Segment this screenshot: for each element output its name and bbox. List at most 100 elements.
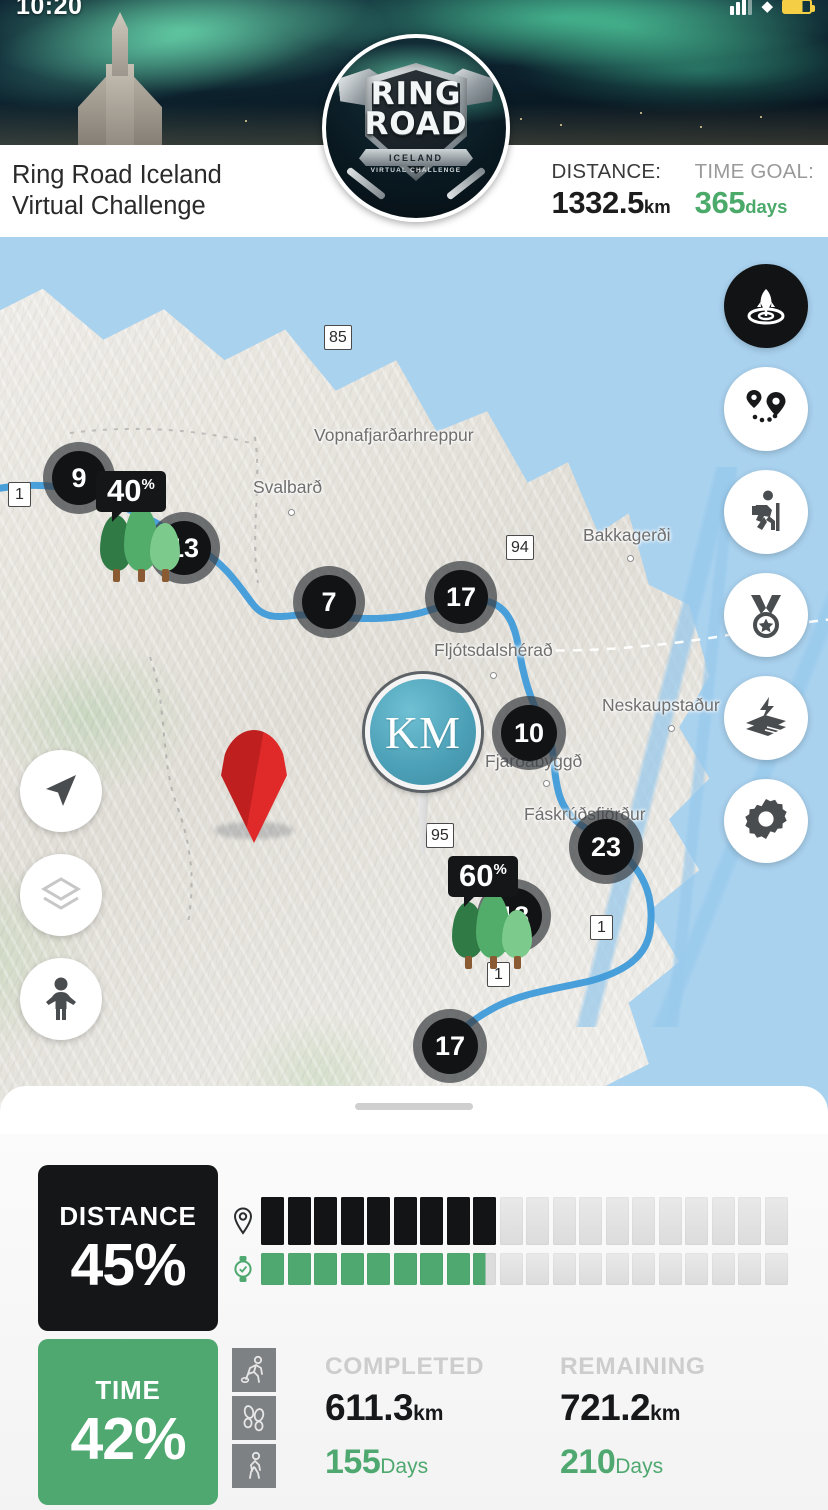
progress-segment <box>685 1253 709 1285</box>
progress-segment <box>473 1197 497 1245</box>
gear-icon <box>745 799 787 839</box>
battery-icon <box>782 0 815 14</box>
remaining-days-value: 210 <box>560 1443 616 1481</box>
progress-badge-symbol: % <box>141 476 155 493</box>
bottom-sheet-top[interactable] <box>0 1086 828 1134</box>
progress-badge-60[interactable]: 60 % <box>448 856 518 907</box>
running-icon <box>240 1355 263 1383</box>
map-label-vopnafjardarhreppur: Vopnafjarðarhreppur <box>314 425 474 445</box>
summary-column-completed: COMPLETED 611.3km 155Days <box>325 1350 560 1491</box>
progress-segment <box>499 1197 523 1245</box>
time-segment-track <box>261 1253 788 1285</box>
rocket-target-icon <box>747 289 785 325</box>
map-cluster-marker[interactable]: 17 <box>422 1018 478 1074</box>
header-distance-number: 1332.5 <box>551 185 645 220</box>
progress-segment <box>738 1253 762 1285</box>
progress-segment <box>261 1253 285 1285</box>
map-button-news[interactable] <box>724 676 808 760</box>
current-position-marker[interactable]: KM <box>365 674 481 854</box>
progress-segment <box>261 1197 285 1245</box>
map-button-route[interactable] <box>724 367 808 451</box>
map-cluster-marker[interactable]: 10 <box>501 705 557 761</box>
navigation-arrow-icon <box>46 775 76 806</box>
map-button-locate-me[interactable] <box>20 750 102 832</box>
map-label-fljotsdalsherad: Fljótsdalshérað <box>434 640 553 660</box>
progress-segment <box>287 1253 311 1285</box>
progress-segment <box>526 1197 550 1245</box>
lightning-book-icon <box>746 697 786 736</box>
activity-type-toggles <box>232 1348 276 1488</box>
remaining-header: REMAINING <box>560 1353 706 1380</box>
progress-segment <box>367 1197 391 1245</box>
activity-toggle-running[interactable] <box>232 1348 276 1392</box>
map-button-rocket-target[interactable] <box>724 264 808 348</box>
header-stats: DISTANCE: 1332.5km TIME GOAL: 365days <box>552 159 815 227</box>
progress-segment <box>764 1253 788 1285</box>
progress-segment <box>446 1197 470 1245</box>
watch-icon <box>232 1253 254 1285</box>
logo-ribbon: ICELAND <box>359 149 473 166</box>
progress-badge-symbol: % <box>493 861 507 878</box>
hallgrimskirkja-silhouette <box>72 12 168 145</box>
completed-header: COMPLETED <box>325 1353 485 1380</box>
header-timegoal-number: 365 <box>694 185 746 220</box>
map-button-layers[interactable] <box>20 854 102 936</box>
challenge-app-screen: 10:20 ◆ Ring Road Iceland Virtual Challe… <box>0 0 828 1510</box>
map-button-street-view[interactable] <box>20 958 102 1040</box>
completed-distance-unit: km <box>413 1402 444 1425</box>
map-button-settings[interactable] <box>724 779 808 863</box>
wifi-icon: ◆ <box>761 0 773 15</box>
remaining-days-unit: Days <box>615 1455 664 1478</box>
progress-segment <box>579 1253 603 1285</box>
activity-toggle-walking[interactable] <box>232 1444 276 1488</box>
map-label-faskrudsfjordur: Fáskrúðsfjörður <box>524 804 646 824</box>
progress-segment <box>605 1197 629 1245</box>
map-cluster-marker[interactable]: 23 <box>578 819 634 875</box>
map-town-dot <box>490 672 497 679</box>
summary-columns: COMPLETED 611.3km 155Days REMAINING 721.… <box>325 1350 795 1491</box>
progress-segment <box>499 1253 523 1285</box>
page-title-line2: Virtual Challenge <box>12 192 206 220</box>
progress-segment <box>473 1253 497 1285</box>
logo-ribbon-text: ICELAND <box>389 152 443 163</box>
progress-segment <box>340 1253 364 1285</box>
activity-toggle-footsteps[interactable] <box>232 1396 276 1440</box>
map-town-dot <box>627 555 634 562</box>
progress-badge-40[interactable]: 40 % <box>96 471 166 522</box>
map-canvas[interactable]: Svalbarð Vopnafjarðarhreppur Bakkagerði … <box>0 237 828 1134</box>
time-card-value: 42% <box>70 1405 186 1472</box>
completed-distance: 611.3km <box>325 1384 560 1440</box>
progress-segment <box>526 1253 550 1285</box>
road-shield: 1 <box>8 482 31 507</box>
remaining-days: 210Days <box>560 1440 795 1491</box>
map-label-svalbard: Svalbarð <box>253 477 323 497</box>
header-timegoal-value: 365days <box>695 185 814 227</box>
bottom-sheet-drag-handle[interactable] <box>355 1103 473 1110</box>
map-label-neskaupstadur: Neskaupstaður <box>602 695 720 715</box>
progress-segment <box>552 1197 576 1245</box>
logo-line1: RING <box>370 76 462 112</box>
map-cluster-marker[interactable]: 7 <box>302 575 356 629</box>
time-progress-row <box>232 1253 788 1285</box>
distance-card-label: DISTANCE <box>59 1200 197 1231</box>
header-distance-value: 1332.5km <box>552 185 671 227</box>
progress-segment <box>711 1197 735 1245</box>
progress-segment <box>552 1253 576 1285</box>
page-title-line1: Ring Road Iceland <box>12 161 222 189</box>
progress-segment <box>658 1253 682 1285</box>
header-distance-label: DISTANCE: <box>551 160 662 183</box>
signal-icon <box>730 0 753 15</box>
progress-segment <box>314 1197 338 1245</box>
map-button-activity[interactable] <box>724 470 808 554</box>
distance-progress-row <box>232 1197 788 1245</box>
medal-icon <box>751 595 781 638</box>
challenge-logo[interactable]: RING ROAD ICELAND VIRTUAL CHALLENGE <box>322 34 510 222</box>
progress-segment <box>579 1197 603 1245</box>
pegman-icon <box>46 977 76 1020</box>
road-shield: 1 <box>590 915 613 940</box>
map-button-achievements[interactable] <box>724 573 808 657</box>
map-cluster-marker[interactable]: 17 <box>434 570 488 624</box>
forest-icon-group <box>448 892 534 969</box>
footsteps-icon <box>243 1405 265 1432</box>
layers-icon <box>41 877 81 910</box>
